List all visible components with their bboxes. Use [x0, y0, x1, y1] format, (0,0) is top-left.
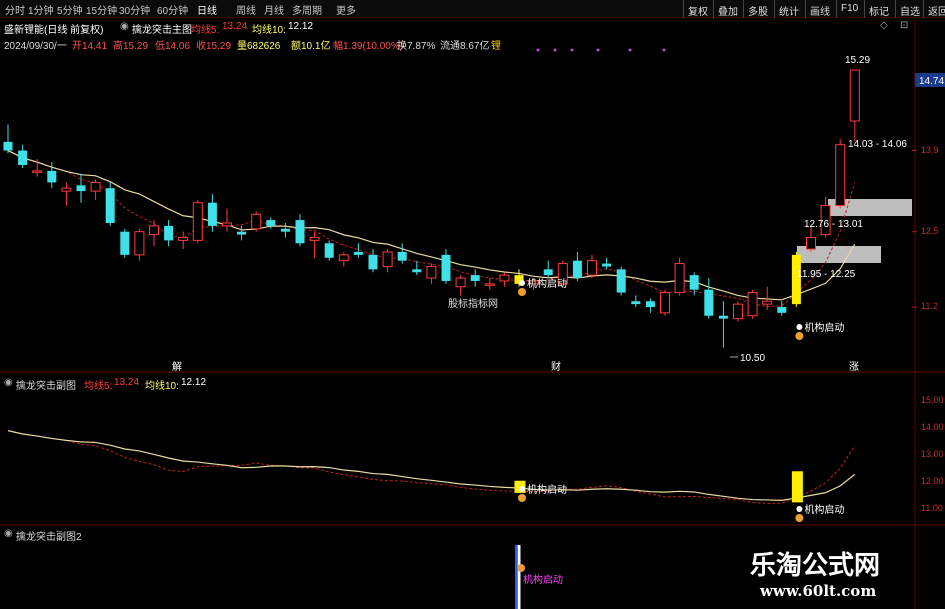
sub1-axis-label-3: 12.00 — [921, 476, 944, 487]
candle-33 — [484, 278, 495, 290]
sub2-signal-edge — [515, 545, 517, 609]
candle-30 — [441, 249, 451, 284]
candle-15 — [222, 208, 232, 232]
candle-53 — [777, 301, 787, 316]
candle-44 — [645, 298, 655, 313]
sub1-toggle-icon[interactable]: ◉ — [4, 377, 13, 388]
zone-low-label: 11.95 - 12.25 — [797, 269, 856, 280]
marker-dot-3 — [596, 48, 600, 52]
marker-dot-0 — [536, 48, 540, 52]
candle-11 — [164, 220, 174, 247]
marker-left: 解 — [172, 360, 182, 373]
candle-19 — [280, 222, 290, 238]
marker-mid: 财 — [551, 360, 561, 373]
watermark-url: www.60lt.com — [760, 582, 877, 600]
zone-mid-label: 12.76 - 13.01 — [804, 219, 863, 230]
sub1-ma10-label: 均线10: — [145, 381, 179, 392]
candle-46 — [674, 257, 685, 296]
candle-49 — [718, 301, 728, 348]
candle-27 — [397, 243, 407, 264]
marker-right: 涨 — [849, 361, 859, 373]
candle-37 — [543, 260, 553, 279]
zone-top-label: 14.03 - 14.06 — [848, 139, 907, 150]
candle-25 — [368, 249, 378, 273]
candle-51 — [747, 289, 758, 319]
marker-dot-5 — [662, 48, 666, 52]
sub1-title: 擒龙突击副图 — [16, 381, 76, 392]
candle-31 — [455, 275, 466, 296]
candle-17 — [251, 211, 262, 232]
sub1-signal-bar-1 — [791, 471, 803, 503]
price-axis-label-1: 12.5 — [921, 225, 939, 236]
candle-28 — [412, 260, 422, 276]
sub2-toggle-icon[interactable]: ◉ — [4, 528, 13, 539]
price-axis-label-2: 11.2 — [921, 301, 938, 312]
sub1-ma10-line — [7, 430, 856, 501]
marker-dot-4 — [628, 48, 632, 52]
sub1-axis-label-1: 14.00 — [921, 421, 944, 432]
candle-0 — [3, 124, 13, 154]
signal-main-2-text: 机构启动 — [804, 321, 844, 334]
candle-34 — [499, 272, 510, 287]
low-label: 10.50 — [740, 353, 765, 364]
candle-50 — [733, 301, 743, 322]
current-price-label: 14.74 — [919, 76, 944, 87]
signal-main-1-text: 机构启动 — [527, 277, 567, 290]
candle-6 — [90, 179, 101, 200]
chart: 14.74 15.29 14.03 - 14.06 12.76 - 13.01 11.9… — [0, 18, 945, 609]
candle-48 — [704, 278, 714, 319]
sub2-signal-bar — [517, 545, 521, 609]
sub1-axis-label-2: 13.00 — [921, 449, 944, 459]
candle-32 — [470, 269, 480, 287]
candle-9 — [134, 228, 145, 261]
sub1-ma5-label: 均线5: — [84, 381, 113, 392]
watermark-title: 乐淘公式网 — [750, 551, 881, 581]
candle-8 — [120, 228, 130, 258]
candle-58 — [849, 69, 860, 142]
price-axis-label-0: 13.9 — [921, 144, 939, 155]
candle-22 — [324, 240, 334, 261]
high-label: 15.29 — [845, 55, 870, 66]
candle-1 — [18, 144, 28, 168]
candle-4 — [61, 182, 72, 206]
signal-sub1-1-text: 机构启动 — [527, 483, 567, 496]
candle-21 — [309, 231, 320, 258]
candle-42 — [616, 266, 626, 296]
candle-12 — [178, 231, 189, 250]
signal-main-1: 机构启动 — [518, 277, 567, 296]
candle-14 — [207, 194, 217, 232]
sub1-ma5-line — [7, 430, 856, 504]
candle-43 — [631, 295, 641, 308]
sub1-ma5-value: 13.24 — [114, 377, 140, 388]
sub1-axis-label-4: 11.00 — [921, 503, 943, 514]
candle-40 — [587, 254, 597, 279]
candle-20 — [295, 214, 305, 247]
signal-sub1-2-text: 机构启动 — [804, 503, 844, 516]
sub1-axis-label-0: 15.00 — [921, 394, 944, 405]
candle-57 — [835, 138, 846, 209]
marker-dot-2 — [570, 48, 574, 52]
candle-7 — [105, 182, 115, 226]
candle-16 — [237, 225, 247, 241]
marker-dot-1 — [553, 48, 557, 52]
candle-29 — [426, 263, 437, 284]
candle-39 — [572, 251, 582, 281]
signal-sub1-2: 机构启动 — [795, 503, 844, 522]
sub2-hand-icon — [517, 564, 525, 572]
candle-2 — [32, 159, 43, 177]
candle-45 — [660, 289, 670, 316]
sub1-ma10-value: 12.12 — [181, 377, 207, 388]
sub2-title: 擒龙突击副图2 — [16, 532, 82, 543]
candle-41 — [602, 257, 612, 270]
candle-23 — [338, 251, 349, 267]
signal-main-2: 机构启动 — [795, 321, 844, 340]
candle-13 — [192, 199, 203, 244]
candle-26 — [382, 249, 393, 273]
candle-10 — [149, 220, 159, 247]
sub2-signal-text: 机构启动 — [523, 573, 563, 586]
signal-source-label: 股标指标网 — [448, 297, 498, 310]
